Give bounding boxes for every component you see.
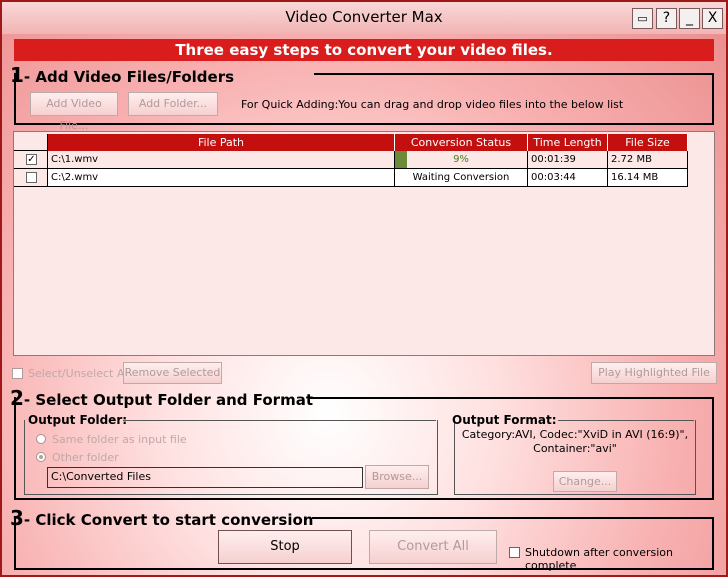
column-conversion-status[interactable]: Conversion Status: [395, 134, 528, 151]
same-folder-radio[interactable]: [36, 434, 46, 444]
app-window: Video Converter Max ▭ ? _ X Three easy s…: [0, 0, 728, 577]
window-title: Video Converter Max: [285, 8, 443, 26]
format-line-2: Container:"avi": [533, 442, 617, 455]
column-file-size[interactable]: File Size: [608, 134, 688, 151]
output-folder-field[interactable]: C:\Converted Files: [47, 467, 363, 488]
row1-time: 00:01:39: [528, 151, 608, 169]
output-format-frame-top: [558, 420, 694, 421]
help-button[interactable]: ?: [656, 8, 677, 29]
browse-button[interactable]: Browse...: [365, 465, 429, 489]
title-bar[interactable]: Video Converter Max ▭ ? _ X: [2, 2, 726, 34]
format-line-1: Category:AVI, Codec:"XviD in AVI (16:9)"…: [461, 428, 689, 441]
row1-status-cell: 9%: [395, 151, 528, 169]
quick-add-hint: For Quick Adding:You can drag and drop v…: [241, 98, 624, 111]
add-folder-button[interactable]: Add Folder...: [128, 92, 218, 116]
row2-check-cell[interactable]: [14, 169, 48, 187]
minimize-to-tray-icon[interactable]: ▭: [632, 8, 653, 29]
row1-size: 2.72 MB: [608, 151, 688, 169]
convert-all-button[interactable]: Convert All: [369, 530, 497, 564]
row2-checkbox[interactable]: [26, 172, 37, 183]
row2-time: 00:03:44: [528, 169, 608, 187]
row1-check-cell[interactable]: ✓: [14, 151, 48, 169]
same-folder-label[interactable]: Same folder as input file: [52, 433, 187, 446]
close-button[interactable]: X: [702, 8, 723, 29]
row1-checkbox[interactable]: ✓: [26, 154, 37, 165]
add-video-file-button[interactable]: Add Video File...: [30, 92, 118, 132]
select-all-checkbox[interactable]: [12, 368, 23, 379]
banner: Three easy steps to convert your video f…: [14, 39, 714, 61]
shutdown-checkbox[interactable]: [509, 547, 520, 558]
output-format-description: Category:AVI, Codec:"XviD in AVI (16:9)"…: [457, 428, 693, 456]
row2-size: 16.14 MB: [608, 169, 688, 187]
output-format-label: Output Format:: [452, 413, 557, 427]
row2-path[interactable]: C:\2.wmv: [48, 169, 395, 187]
other-folder-radio[interactable]: [36, 452, 46, 462]
column-check: [14, 134, 48, 151]
select-all-label[interactable]: Select/Unselect All: [28, 367, 130, 380]
column-time-length[interactable]: Time Length: [528, 134, 608, 151]
play-highlighted-file-button[interactable]: Play Highlighted File: [591, 362, 717, 384]
output-folder-frame-top: [123, 420, 436, 421]
shutdown-label[interactable]: Shutdown after conversion complete: [525, 546, 726, 572]
row1-path[interactable]: C:\1.wmv: [48, 151, 395, 169]
change-format-button[interactable]: Change...: [553, 471, 617, 492]
column-file-path[interactable]: File Path: [48, 134, 395, 151]
file-list[interactable]: File Path Conversion Status Time Length …: [13, 131, 715, 356]
remove-selected-button[interactable]: Remove Selected: [123, 362, 222, 384]
row2-status: Waiting Conversion: [395, 169, 528, 187]
other-folder-label[interactable]: Other folder: [52, 451, 119, 464]
minimize-button[interactable]: _: [679, 8, 700, 29]
stop-button[interactable]: Stop: [218, 530, 352, 564]
row1-status: 9%: [453, 154, 469, 165]
output-folder-label: Output Folder:: [28, 413, 128, 427]
